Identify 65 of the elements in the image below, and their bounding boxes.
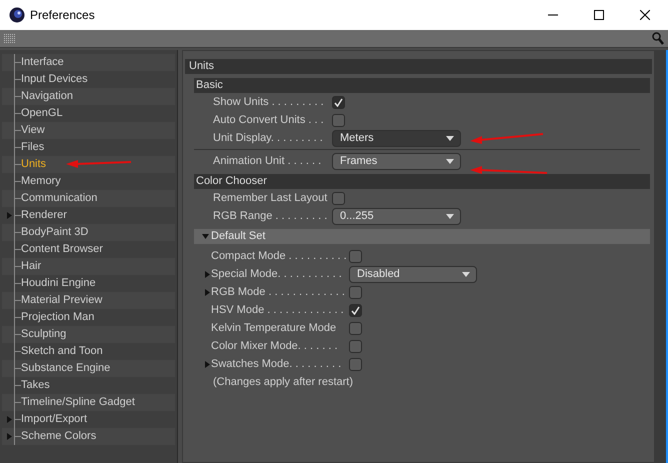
expand-arrow-icon[interactable] bbox=[7, 416, 12, 423]
setting-label: Remember Last Layout bbox=[213, 190, 328, 206]
sidebar-item[interactable]: OpenGL bbox=[21, 105, 63, 122]
setting-label: Animation Unit . . . . . . bbox=[213, 154, 322, 169]
sidebar-item[interactable]: Takes bbox=[21, 377, 50, 394]
expand-arrow-icon[interactable] bbox=[205, 288, 210, 296]
checkbox[interactable] bbox=[349, 358, 362, 370]
checkbox[interactable] bbox=[332, 96, 345, 108]
sidebar-item[interactable]: Memory bbox=[21, 173, 61, 190]
sidebar-item[interactable]: Houdini Engine bbox=[21, 275, 96, 292]
sidebar-item[interactable]: Files bbox=[21, 139, 44, 156]
checkbox[interactable] bbox=[332, 192, 345, 204]
section-header: Basic bbox=[194, 78, 650, 93]
checkmark-icon bbox=[351, 306, 360, 314]
checkbox[interactable] bbox=[349, 250, 362, 262]
setting-label: Color Mixer Mode. . . . . . . bbox=[211, 338, 339, 354]
dropdown[interactable]: 0...255 bbox=[332, 208, 461, 224]
expand-arrow-icon[interactable] bbox=[7, 433, 12, 440]
setting-label: RGB Mode . . . . . . . . . . . . . bbox=[211, 284, 346, 300]
sidebar-item[interactable]: View bbox=[21, 122, 45, 139]
checkbox[interactable] bbox=[349, 340, 362, 352]
sidebar-item[interactable]: Renderer bbox=[21, 207, 67, 224]
checkbox[interactable] bbox=[332, 114, 345, 126]
dropdown[interactable]: Disabled bbox=[349, 266, 477, 282]
sidebar-item[interactable]: Import/Export bbox=[21, 411, 88, 428]
checkbox[interactable] bbox=[349, 286, 362, 298]
expand-arrow-icon[interactable] bbox=[7, 212, 12, 219]
checkbox[interactable] bbox=[349, 304, 362, 316]
expand-arrow-icon[interactable] bbox=[202, 234, 209, 239]
close-icon bbox=[640, 10, 650, 20]
maximize-icon bbox=[594, 10, 604, 20]
expand-arrow-icon[interactable] bbox=[205, 360, 210, 368]
setting-label: Show Units . . . . . . . . . bbox=[213, 94, 325, 110]
setting-label: Unit Display. . . . . . . . . bbox=[213, 130, 324, 146]
setting-label: Special Mode. . . . . . . . . . . bbox=[211, 266, 343, 282]
caret-icon bbox=[446, 158, 454, 164]
grip-icon[interactable] bbox=[4, 34, 16, 44]
window-title: Preferences bbox=[30, 7, 95, 24]
checkmark-icon bbox=[334, 98, 343, 106]
panel-header: Units bbox=[185, 59, 652, 74]
expand-arrow-icon[interactable] bbox=[205, 270, 210, 278]
section-header: Color Chooser bbox=[194, 174, 650, 189]
caret-icon bbox=[446, 136, 454, 140]
setting-label: Auto Convert Units . . . bbox=[213, 112, 325, 128]
setting-label: RGB Range . . . . . . . . . bbox=[213, 208, 328, 224]
app-logo-icon bbox=[9, 7, 25, 23]
sidebar-item[interactable]: Units bbox=[21, 156, 46, 173]
checkbox[interactable] bbox=[349, 322, 362, 334]
group-header[interactable]: Default Set bbox=[194, 229, 650, 244]
caret-icon bbox=[462, 272, 470, 276]
setting-label: HSV Mode . . . . . . . . . . . . . bbox=[211, 302, 345, 318]
sidebar-item[interactable]: Input Devices bbox=[21, 71, 88, 88]
caret-icon bbox=[446, 214, 454, 218]
annotation-arrow bbox=[66, 159, 132, 169]
setting-label: Compact Mode . . . . . . . . . . bbox=[211, 248, 348, 264]
note-text: (Changes apply after restart) bbox=[213, 374, 354, 390]
setting-label: Kelvin Temperature Mode bbox=[211, 320, 338, 336]
sidebar-item[interactable]: Projection Man bbox=[21, 309, 94, 326]
sidebar-item[interactable]: Content Browser bbox=[21, 241, 103, 258]
dropdown[interactable]: Frames bbox=[332, 152, 461, 170]
setting-label: Swatches Mode. . . . . . . . . bbox=[211, 356, 342, 372]
search-icon[interactable] bbox=[652, 32, 664, 45]
dropdown[interactable]: Meters bbox=[332, 130, 461, 146]
sidebar-item[interactable]: Hair bbox=[21, 258, 42, 275]
sidebar-item[interactable]: Sketch and Toon bbox=[21, 343, 103, 360]
